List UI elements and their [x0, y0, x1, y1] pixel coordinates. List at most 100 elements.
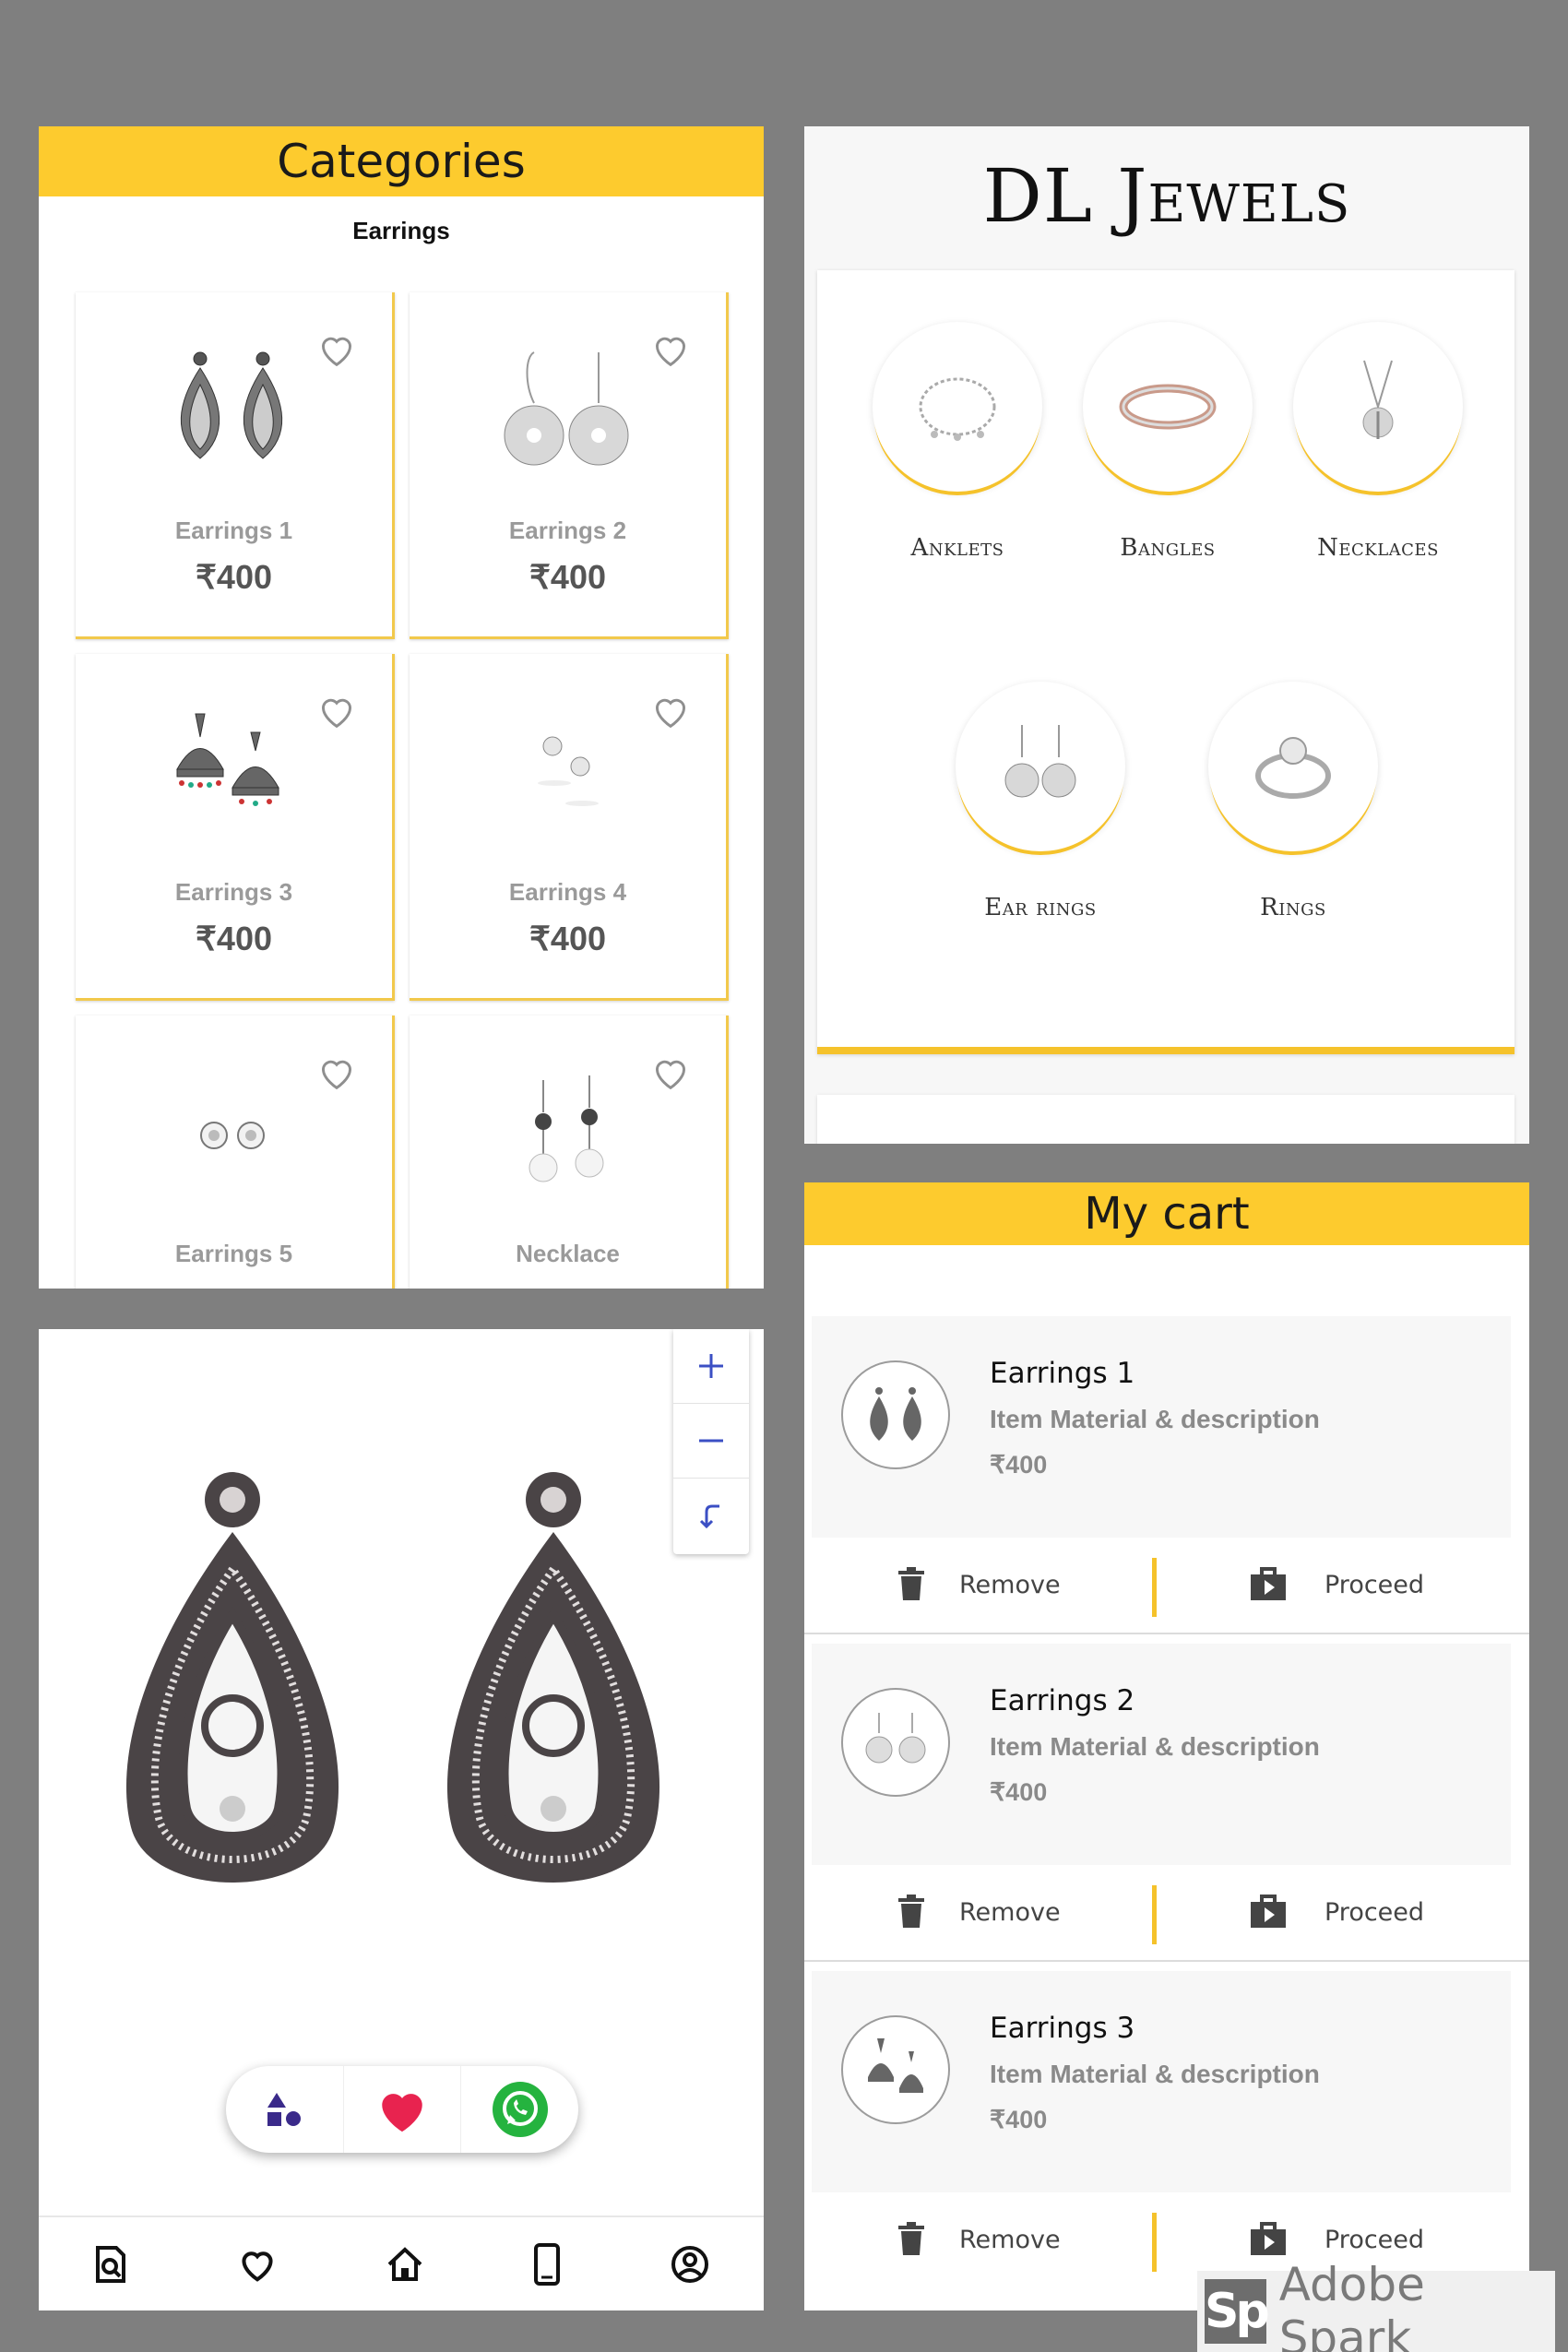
shopping-bag-icon	[1251, 2222, 1286, 2255]
remove-button[interactable]: Remove	[897, 2222, 1061, 2257]
shopping-bag-icon	[1251, 1567, 1286, 1600]
spark-logo-icon: Sp	[1205, 2279, 1270, 2344]
proceed-button[interactable]: Proceed	[1249, 1895, 1424, 1930]
flower-earrings-icon	[865, 1713, 926, 1764]
second-card	[817, 1095, 1515, 1144]
proceed-button[interactable]: Proceed	[1249, 1567, 1424, 1602]
remove-button[interactable]: Remove	[897, 1567, 1061, 1602]
watermark-text: Adobe Spark	[1278, 2258, 1425, 2352]
whatsapp-button[interactable]	[461, 2066, 578, 2153]
cart-item-details[interactable]: Earrings 3 Item Material & description ₹…	[812, 1971, 1511, 2192]
category-rings[interactable]: Rings	[1201, 682, 1385, 921]
home-screen: DL Jewels Anklets Bangles Necklaces Ear …	[804, 126, 1529, 1144]
ring-icon	[1255, 737, 1331, 799]
cart-screen: My cart Earrings 1 Item Material & descr…	[804, 1182, 1529, 2310]
heart-outline-icon[interactable]	[650, 693, 691, 730]
product-name: Earrings 2	[508, 517, 627, 544]
product-name: Earrings 4	[508, 878, 627, 906]
heart-outline-icon[interactable]	[316, 331, 357, 368]
item-price: ₹400	[990, 1451, 1048, 1479]
category-earrings[interactable]: Ear rings	[948, 682, 1133, 921]
heart-outline-icon[interactable]	[650, 1054, 691, 1091]
cart-item-details[interactable]: Earrings 1 Item Material & description ₹…	[812, 1316, 1511, 1538]
cart-item: Earrings 2 Item Material & description ₹…	[804, 1644, 1529, 1962]
trash-icon	[898, 1895, 924, 1928]
home-icon[interactable]	[386, 2246, 424, 2283]
page-title: Categories	[277, 135, 526, 188]
shapes-button[interactable]	[226, 2066, 344, 2153]
product-card[interactable]: Necklace	[410, 1016, 729, 1289]
heart-outline-icon[interactable]	[316, 1054, 357, 1091]
teardrop-earrings-image	[180, 351, 283, 459]
category-label: Bangles	[1120, 534, 1216, 562]
category-bangles[interactable]: Bangles	[1075, 322, 1260, 562]
product-price: ₹400	[196, 558, 272, 596]
action-divider	[1152, 1885, 1157, 1944]
item-title: Earrings 2	[990, 1684, 1135, 1717]
item-price: ₹400	[990, 2106, 1048, 2133]
halo-stud-earrings-image	[200, 1122, 265, 1149]
heart-outline-icon[interactable]	[316, 693, 357, 730]
product-card[interactable]: Earrings 2 ₹400	[410, 292, 729, 639]
product-card[interactable]: Earrings 5	[76, 1016, 395, 1289]
divider	[804, 1633, 1529, 1634]
item-thumbnail	[841, 1688, 950, 1797]
product-card[interactable]: Earrings 4 ₹400	[410, 654, 729, 1001]
product-price: ₹400	[196, 920, 272, 957]
cart-item-actions: Remove Proceed	[804, 1885, 1529, 1948]
search-icon[interactable]	[92, 2244, 129, 2285]
categories-header: Categories	[39, 126, 764, 196]
proceed-label: Proceed	[1324, 2225, 1425, 2254]
product-name: Necklace	[516, 1240, 620, 1267]
teardrop-earrings-icon	[870, 1387, 921, 1441]
page-title: My cart	[1084, 1188, 1250, 1240]
category-necklaces[interactable]: Necklaces	[1286, 322, 1470, 562]
product-card[interactable]: Earrings 3 ₹400	[76, 654, 395, 1001]
category-anklets[interactable]: Anklets	[865, 322, 1050, 562]
bottom-nav	[39, 2215, 764, 2310]
pearl-drop-earrings-image	[529, 1075, 604, 1182]
product-name: Earrings 1	[174, 517, 293, 544]
zoom-in-button[interactable]	[673, 1329, 749, 1404]
stud-earrings-image	[538, 736, 599, 806]
proceed-label: Proceed	[1324, 1570, 1425, 1599]
adobe-spark-watermark: Sp Adobe Spark	[1197, 2258, 1555, 2352]
remove-button[interactable]: Remove	[897, 1895, 1061, 1930]
product-price: ₹400	[529, 920, 606, 957]
trash-icon	[898, 1567, 924, 1600]
cart-item-actions: Remove Proceed	[804, 1558, 1529, 1621]
phone-icon[interactable]	[532, 2242, 562, 2286]
item-title: Earrings 1	[990, 1357, 1135, 1390]
shopping-bag-icon	[1251, 1895, 1286, 1928]
proceed-button[interactable]: Proceed	[1249, 2222, 1424, 2257]
category-subtitle: Earrings	[352, 217, 450, 244]
remove-label: Remove	[959, 1570, 1061, 1599]
heart-outline-icon[interactable]	[650, 331, 691, 368]
proceed-label: Proceed	[1324, 1897, 1425, 1927]
cart-item-details[interactable]: Earrings 2 Item Material & description ₹…	[812, 1644, 1511, 1865]
category-label: Ear rings	[984, 894, 1097, 921]
account-icon[interactable]	[670, 2244, 710, 2285]
favorites-icon[interactable]	[237, 2246, 278, 2283]
earring-icon	[1004, 725, 1076, 798]
category-card: Anklets Bangles Necklaces Ear rings Ring…	[817, 270, 1515, 1054]
item-title: Earrings 3	[990, 2012, 1135, 2045]
shapes-icon	[267, 2093, 302, 2126]
product-large-image	[125, 1472, 660, 1883]
anklet-icon	[919, 377, 996, 441]
cart-header: My cart	[804, 1182, 1529, 1245]
heart-icon	[382, 2094, 422, 2132]
item-thumbnail	[841, 2015, 950, 2124]
product-price: ₹400	[529, 558, 606, 596]
cart-item: Earrings 3 Item Material & description ₹…	[804, 1971, 1529, 2289]
divider	[804, 1960, 1529, 1962]
item-price: ₹400	[990, 1778, 1048, 1806]
plus-icon	[699, 1354, 723, 1378]
favorite-button[interactable]	[344, 2066, 462, 2153]
bangle-icon	[1119, 384, 1217, 430]
item-description: Item Material & description	[990, 1405, 1320, 1433]
product-card[interactable]: Earrings 1 ₹400	[76, 292, 395, 639]
whatsapp-icon	[492, 2082, 548, 2137]
product-name: Earrings 3	[174, 878, 293, 906]
jhumka-earrings-image	[176, 713, 279, 806]
